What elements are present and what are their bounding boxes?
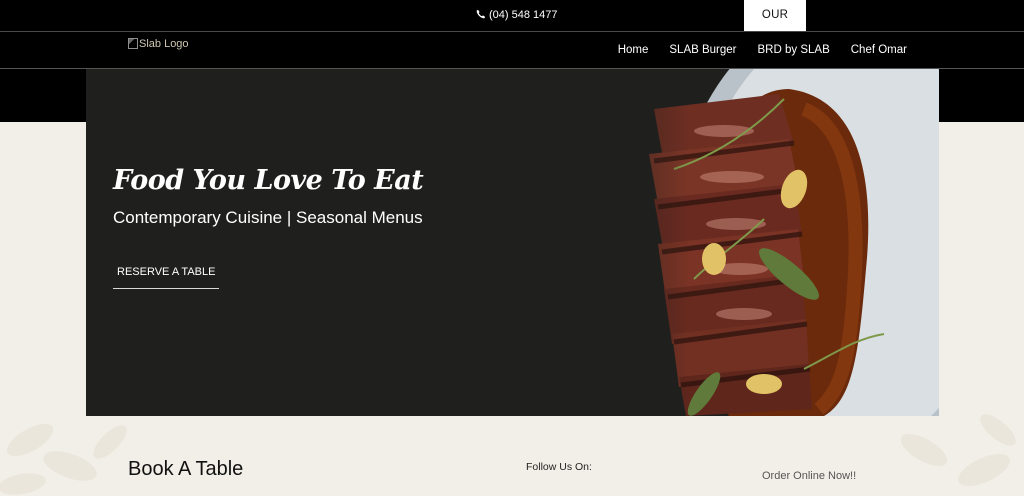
phone-number: (04) 548 1477 (489, 9, 558, 21)
book-table-heading: Book A Table (128, 458, 244, 480)
nav-menu: Home SLAB Burger BRD by SLAB Chef Omar (618, 32, 907, 68)
main-navbar: Slab Logo Home SLAB Burger BRD by SLAB C… (0, 32, 1024, 69)
logo[interactable]: Slab Logo (128, 38, 189, 50)
nav-item-brd-by-slab[interactable]: BRD by SLAB (758, 44, 830, 56)
logo-alt-text: Slab Logo (139, 38, 189, 50)
our-menu-button[interactable]: OUR MENU (744, 0, 806, 52)
nav-item-home[interactable]: Home (618, 44, 649, 56)
broken-image-icon (128, 38, 138, 49)
hero-subtitle: Contemporary Cuisine | Seasonal Menus (113, 208, 423, 227)
hero-title: Food You Love To Eat (113, 165, 424, 196)
follow-us-label: Follow Us On: (526, 461, 592, 473)
nav-item-chef-omar[interactable]: Chef Omar (851, 44, 907, 56)
reserve-table-button[interactable]: RESERVE A TABLE (113, 256, 220, 289)
nav-item-slab-burger[interactable]: SLAB Burger (669, 44, 736, 56)
phone-link[interactable]: (04) 548 1477 (476, 0, 558, 31)
steak-dish-image (554, 69, 939, 416)
hero-banner: Food You Love To Eat Contemporary Cuisin… (86, 69, 939, 416)
top-bar: (04) 548 1477 OUR MENU (0, 0, 1024, 52)
phone-icon (476, 9, 486, 19)
order-online-link[interactable]: Order Online Now!! (762, 470, 856, 482)
